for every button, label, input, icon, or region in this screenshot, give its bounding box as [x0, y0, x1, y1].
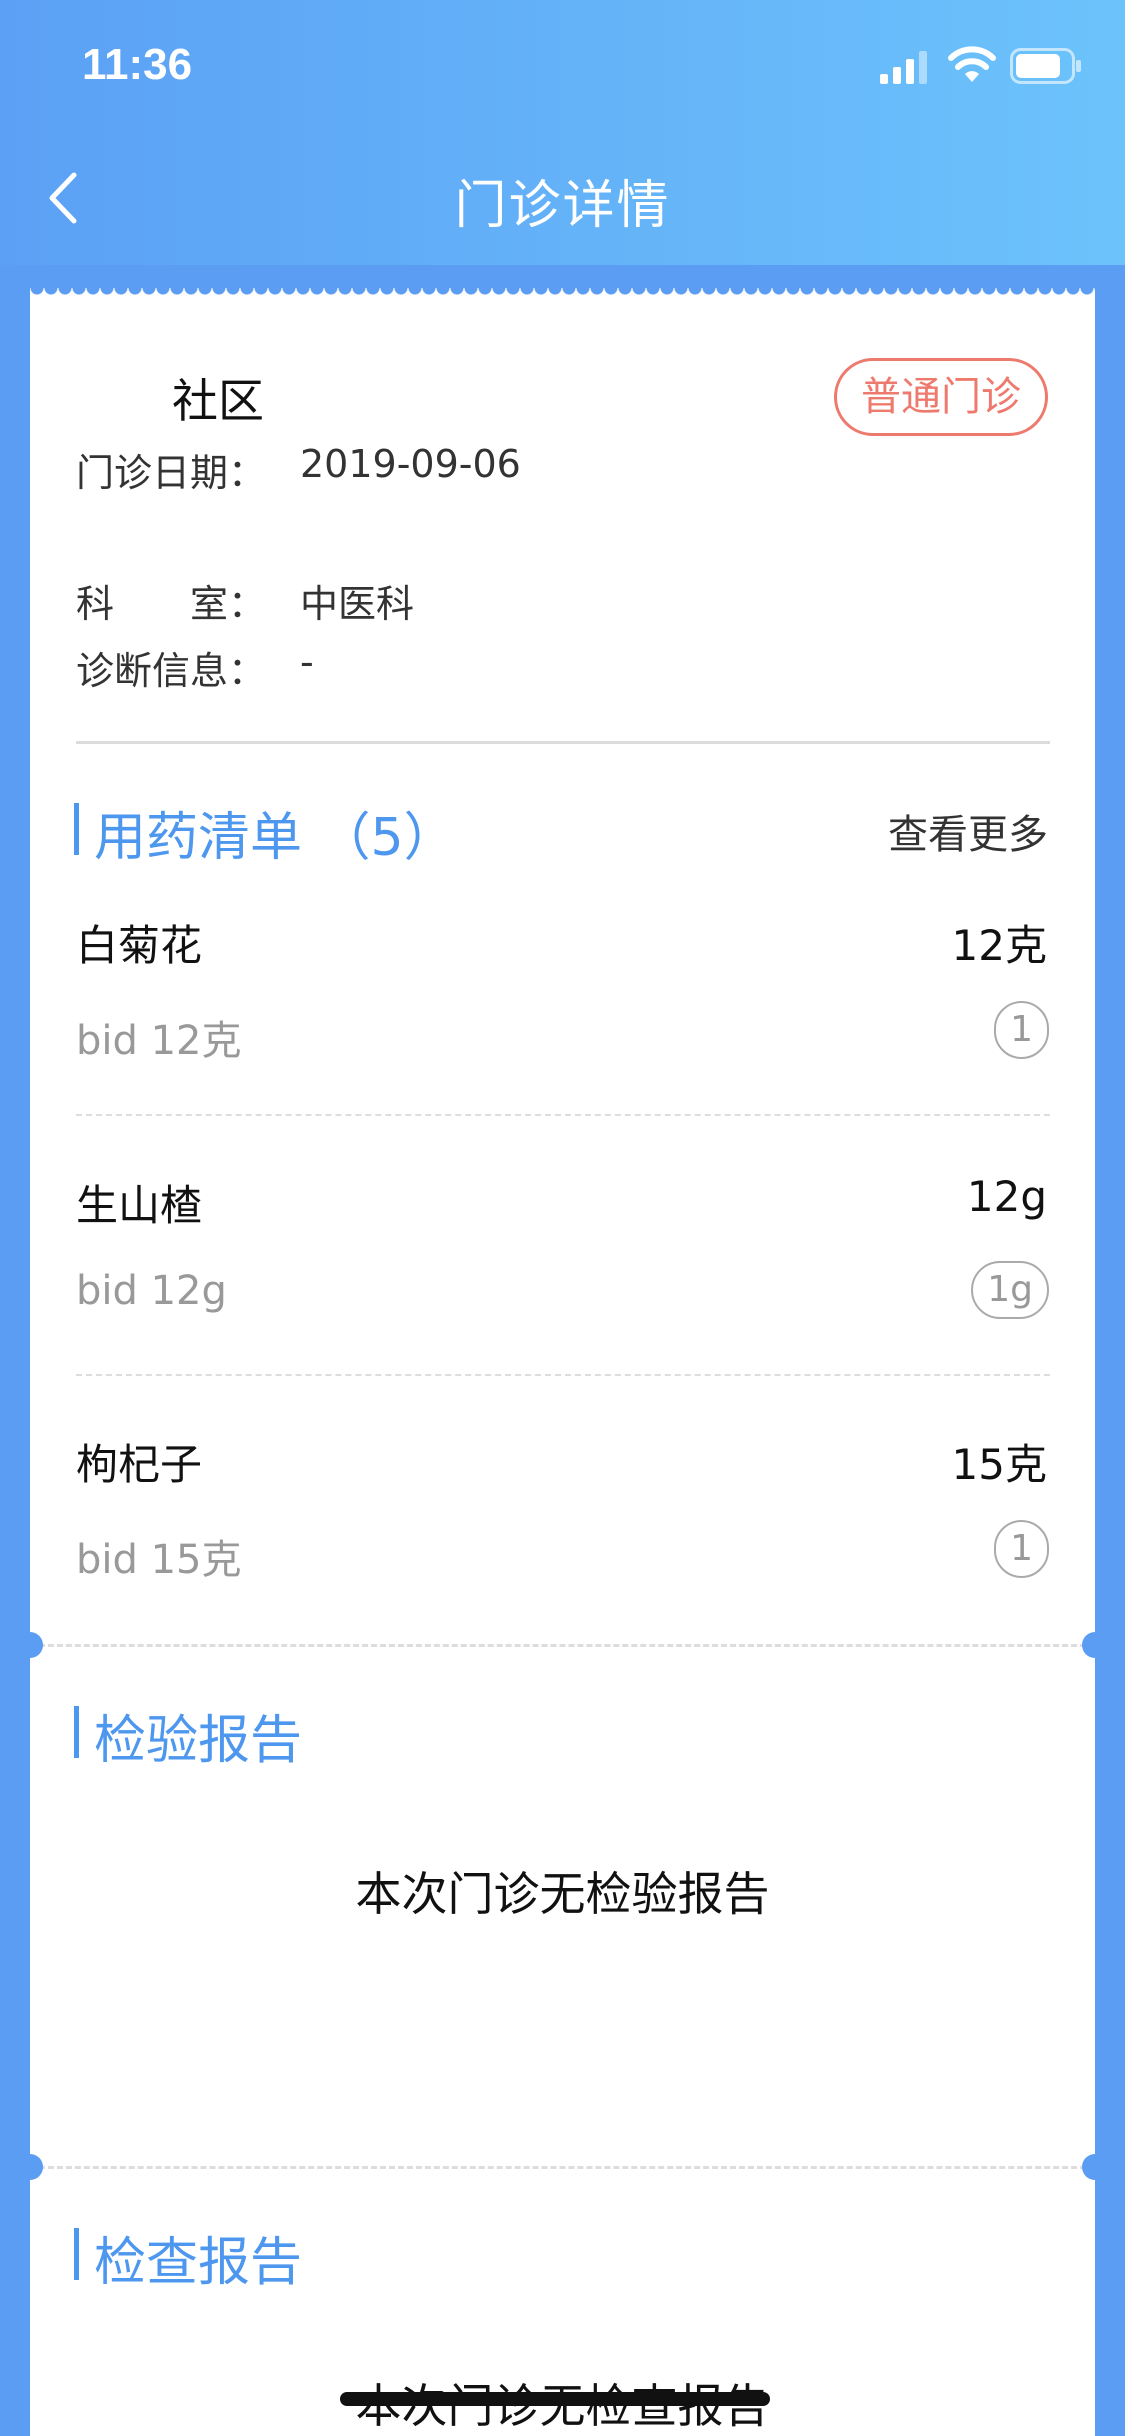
right-notch [1082, 2154, 1108, 2180]
section-accent-bar [74, 1706, 79, 1758]
medication-quantity: 12克 [951, 921, 1047, 970]
status-time: 11:36 [82, 40, 193, 89]
medication-usage: bid 12克 [76, 1018, 242, 1064]
medication-divider [76, 1374, 1050, 1376]
home-indicator[interactable] [340, 2392, 770, 2406]
medication-quantity: 12g [966, 1172, 1047, 1221]
medication-name: 生山楂 [76, 1181, 203, 1230]
department-label: 科 室： [76, 582, 267, 626]
lab-report-section-title: 检验报告 [94, 1711, 303, 1771]
battery-icon [1010, 48, 1081, 84]
visit-date-label: 门诊日期： [76, 451, 267, 495]
section-accent-bar [74, 803, 79, 855]
info-divider [76, 741, 1050, 744]
medication-quantity: 15克 [951, 1440, 1047, 1489]
medication-divider [76, 1114, 1050, 1116]
right-notch [1082, 1632, 1108, 1658]
section-separator [30, 2166, 1095, 2169]
diagnosis-value: - [300, 640, 314, 684]
left-notch [17, 1632, 43, 1658]
visit-type-badge: 普通门诊 [834, 358, 1048, 436]
medication-usage: bid 12g [76, 1268, 227, 1314]
view-more-link[interactable]: 查看更多 [888, 802, 1048, 860]
hospital-name: 社区 [172, 374, 264, 428]
exam-report-section-title: 检查报告 [94, 2233, 303, 2293]
visit-date-value: 2019-09-06 [300, 442, 521, 486]
department-value: 中医科 [300, 582, 415, 626]
medication-name: 枸杞子 [76, 1440, 203, 1489]
left-notch [17, 2154, 43, 2180]
medication-count-badge: 1 [994, 1520, 1049, 1578]
lab-report-empty-text: 本次门诊无检验报告 [355, 1867, 770, 1921]
medication-name: 白菊花 [76, 921, 203, 970]
cellular-signal-icon [880, 51, 927, 84]
wifi-icon [948, 46, 996, 82]
medication-count-badge: 1g [971, 1261, 1049, 1319]
diagnosis-label: 诊断信息： [76, 649, 267, 693]
medication-count-badge: 1 [994, 1001, 1049, 1059]
page-title: 门诊详情 [454, 176, 671, 236]
section-separator [30, 1644, 1095, 1647]
nav-bar: 门诊详情 [0, 135, 1125, 265]
medication-section-title: 用药清单 （5） [94, 808, 456, 868]
card-serrated-edge [30, 288, 1095, 302]
section-accent-bar [74, 2228, 79, 2280]
medication-usage: bid 15克 [76, 1537, 242, 1583]
status-bar: 11:36 [0, 0, 1125, 135]
